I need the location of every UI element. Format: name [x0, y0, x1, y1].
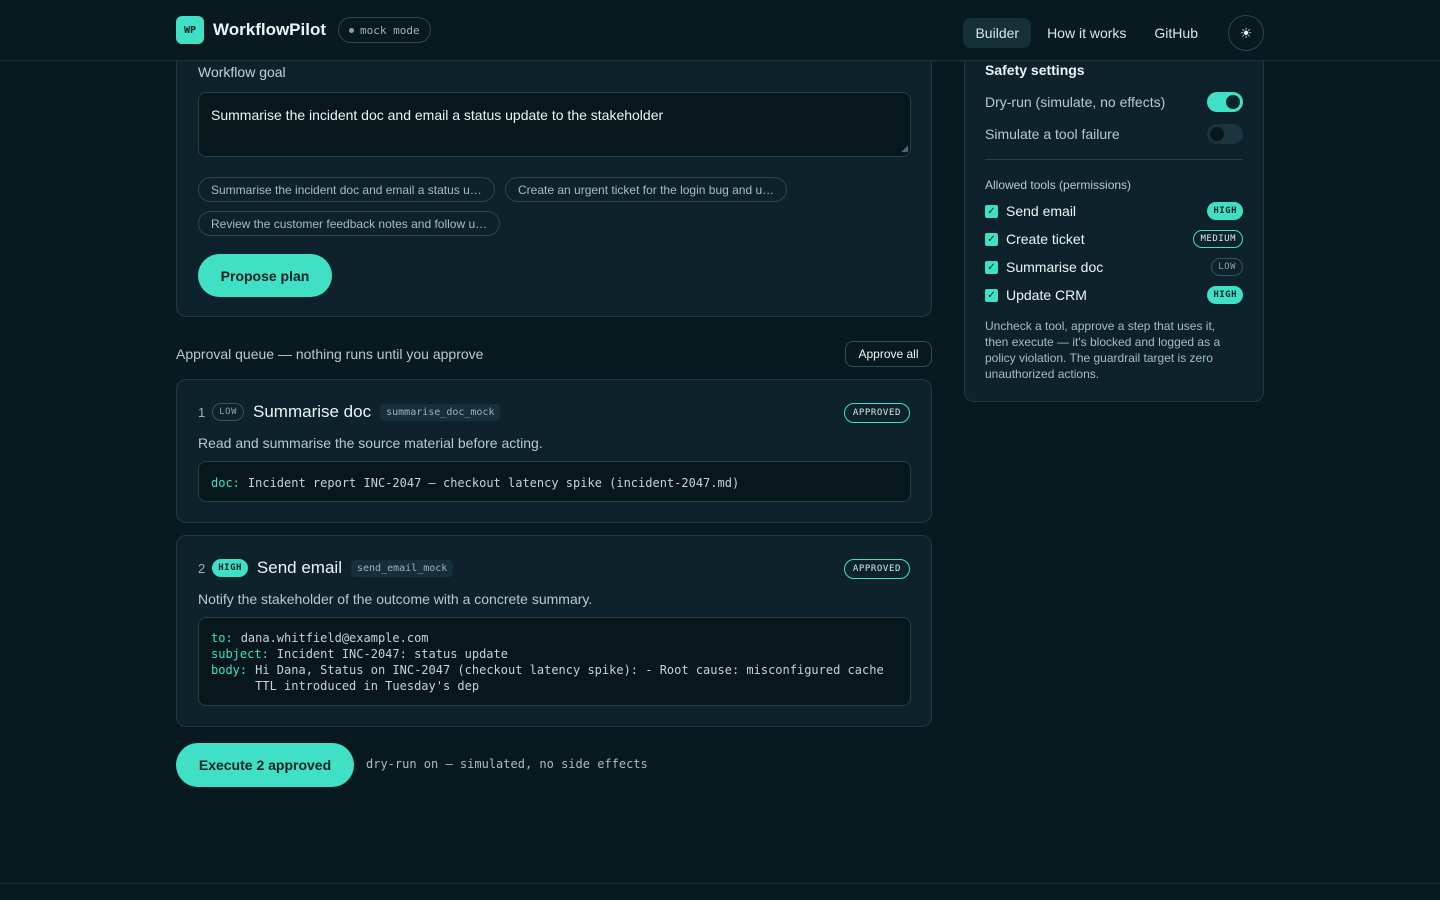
nav-github[interactable]: GitHub — [1142, 18, 1210, 48]
suggestion-chip-3[interactable]: Review the customer feedback notes and f… — [198, 211, 501, 236]
workflow-goal-card: Workflow goal Summarise the incident doc… — [176, 34, 932, 317]
update-crm-checkbox[interactable]: ✓ — [985, 288, 998, 302]
argument-value: Incident INC-2047: status update — [276, 647, 508, 661]
nav-builder[interactable]: Builder — [963, 18, 1032, 48]
sun-icon: ☀ — [1239, 24, 1253, 41]
top-bar: WP WorkflowPilot mock mode Builder How i… — [0, 0, 1440, 61]
approve-all-button[interactable]: Approve all — [845, 341, 932, 367]
risk-badge: LOW — [212, 403, 244, 421]
goal-input[interactable]: Summarise the incident doc and email a s… — [198, 92, 911, 157]
step-number: 1 — [198, 404, 206, 420]
dry-run-note: dry-run on — simulated, no side effects — [366, 757, 648, 771]
mode-badge: mock mode — [338, 17, 431, 43]
dry-run-toggle[interactable] — [1207, 92, 1243, 112]
nav-how-it-works[interactable]: How it works — [1035, 18, 1138, 48]
argument-row: to: dana.whitfield@example.com — [211, 630, 898, 646]
argument-row: body: Hi Dana, Status on INC-2047 (check… — [211, 662, 898, 694]
argument-key: subject: — [211, 647, 269, 661]
argument-value: dana.whitfield@example.com — [240, 631, 429, 645]
permission-label: Create ticket — [1006, 231, 1085, 247]
risk-badge: MEDIUM — [1193, 230, 1243, 248]
argument-value: Hi Dana, Status on INC-2047 (checkout la… — [255, 663, 884, 693]
divider — [985, 159, 1243, 160]
step-card: 2 HIGH Send email send_email_mock APPROV… — [176, 535, 932, 727]
step-title: Summarise doc — [253, 402, 372, 421]
argument-key: to: — [211, 631, 233, 645]
permission-label: Send email — [1006, 203, 1077, 219]
propose-plan-button[interactable]: Propose plan — [198, 254, 332, 297]
execute-approved-button[interactable]: Execute 2 approved — [176, 743, 354, 787]
risk-badge: LOW — [1211, 258, 1243, 276]
permission-update-crm: ✓ Update CRM HIGH — [985, 286, 1243, 304]
permission-label: Summarise doc — [1006, 259, 1104, 275]
safety-settings-panel: Safety settings Dry-run (simulate, no ef… — [964, 34, 1264, 402]
argument-key: body: — [211, 663, 248, 677]
step-title: Send email — [256, 558, 342, 577]
step-arguments: doc: Incident report INC-2047 — checkout… — [198, 461, 911, 502]
summarise-doc-checkbox[interactable]: ✓ — [985, 260, 998, 274]
tool-tag: summarise_doc_mock — [380, 403, 501, 421]
step-card: 1 LOW Summarise doc summarise_doc_mock A… — [176, 379, 932, 523]
goal-input-value: Summarise the incident doc and email a s… — [211, 107, 664, 123]
brand[interactable]: WP WorkflowPilot mock mode — [176, 16, 431, 44]
approval-queue-title: Approval queue — nothing runs until you … — [176, 346, 484, 362]
argument-row: subject: Incident INC-2047: status updat… — [211, 646, 898, 662]
send-email-checkbox[interactable]: ✓ — [985, 204, 998, 218]
app-logo: WP — [176, 16, 204, 44]
status-badge[interactable]: APPROVED — [843, 403, 910, 423]
permissions-title: Allowed tools (permissions) — [985, 178, 1132, 192]
toggle-knob — [1210, 127, 1224, 141]
goal-label: Workflow goal — [198, 64, 286, 80]
tool-failure-label: Simulate a tool failure — [985, 126, 1120, 142]
tool-failure-setting: Simulate a tool failure — [985, 124, 1243, 144]
risk-badge: HIGH — [212, 559, 248, 577]
step-description: Notify the stakeholder of the outcome wi… — [198, 591, 593, 607]
toggle-knob — [1226, 95, 1240, 109]
argument-value: Incident report INC-2047 — checkout late… — [247, 476, 740, 490]
risk-badge: HIGH — [1207, 286, 1243, 304]
dry-run-setting: Dry-run (simulate, no effects) — [985, 92, 1243, 112]
status-badge[interactable]: APPROVED — [843, 559, 910, 579]
permission-label: Update CRM — [1006, 287, 1087, 303]
argument-row: doc: Incident report INC-2047 — checkout… — [211, 475, 898, 491]
permission-send-email: ✓ Send email HIGH — [985, 202, 1243, 220]
suggestion-chip-2[interactable]: Create an urgent ticket for the login bu… — [505, 177, 788, 202]
app-name: WorkflowPilot — [213, 20, 327, 39]
status-dot-icon — [349, 27, 355, 33]
tool-failure-toggle[interactable] — [1207, 124, 1243, 144]
resize-grip-icon[interactable]: ◢ — [901, 143, 908, 154]
risk-badge: HIGH — [1207, 202, 1243, 220]
create-ticket-checkbox[interactable]: ✓ — [985, 232, 998, 246]
step-description: Read and summarise the source material b… — [198, 435, 543, 451]
dry-run-label: Dry-run (simulate, no effects) — [985, 94, 1166, 110]
mode-label: mock mode — [360, 23, 420, 37]
main-nav: Builder How it works GitHub ☀ — [959, 15, 1264, 51]
step-header: 1 LOW Summarise doc summarise_doc_mock — [198, 401, 501, 423]
argument-key: doc: — [211, 476, 240, 490]
step-arguments: to: dana.whitfield@example.com subject: … — [198, 617, 911, 706]
permission-summarise-doc: ✓ Summarise doc LOW — [985, 258, 1243, 276]
step-number: 2 — [198, 560, 206, 576]
safety-title: Safety settings — [985, 62, 1085, 78]
step-header: 2 HIGH Send email send_email_mock — [198, 557, 454, 579]
tool-tag: send_email_mock — [350, 559, 454, 577]
footer-divider — [0, 883, 1440, 884]
permission-create-ticket: ✓ Create ticket MEDIUM — [985, 230, 1243, 248]
suggestion-chip-1[interactable]: Summarise the incident doc and email a s… — [198, 177, 495, 202]
safety-note: Uncheck a tool, approve a step that uses… — [985, 319, 1221, 381]
theme-toggle-button[interactable]: ☀ — [1228, 15, 1264, 51]
